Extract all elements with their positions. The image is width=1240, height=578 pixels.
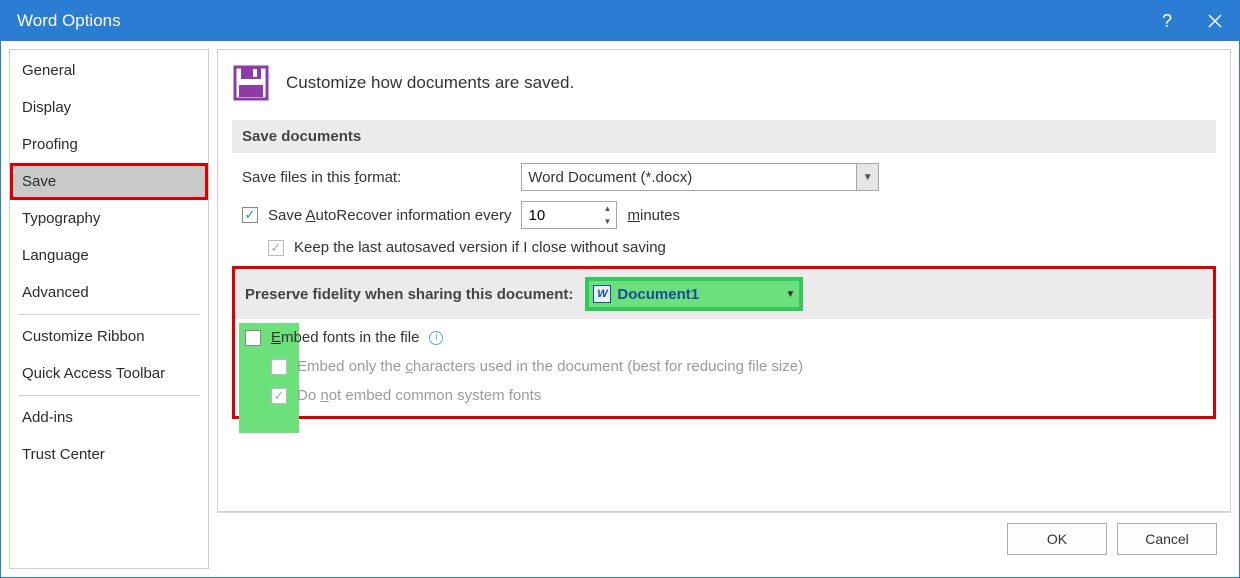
sidebar: General Display Proofing Save Typography…	[9, 49, 209, 569]
sidebar-item-trust-center[interactable]: Trust Center	[10, 436, 208, 473]
sidebar-item-typography[interactable]: Typography	[10, 200, 208, 237]
sidebar-item-display[interactable]: Display	[10, 89, 208, 126]
footer: OK Cancel	[217, 512, 1231, 569]
save-format-select[interactable]: Word Document (*.docx) ▼	[521, 163, 879, 191]
chevron-down-icon: ▼	[786, 281, 796, 307]
document-select-value: Document1	[617, 286, 699, 303]
titlebar: Word Options ?	[1, 1, 1239, 41]
keep-last-label: Keep the last autosaved version if I clo…	[294, 239, 666, 256]
sidebar-item-advanced[interactable]: Advanced	[10, 274, 208, 311]
autorecover-label: Save AutoRecover information every	[268, 207, 511, 224]
minutes-label: minutes	[627, 207, 680, 224]
save-format-label: Save files in this format:	[242, 169, 401, 186]
info-icon[interactable]: i	[429, 331, 443, 345]
help-button[interactable]: ?	[1143, 1, 1191, 41]
close-button[interactable]	[1191, 1, 1239, 41]
spinner-up-icon[interactable]: ▲	[598, 202, 616, 215]
autorecover-minutes-spinner[interactable]: 10 ▲ ▼	[521, 201, 617, 229]
autorecover-checkbox[interactable]	[242, 207, 258, 223]
sidebar-item-proofing[interactable]: Proofing	[10, 126, 208, 163]
ok-button[interactable]: OK	[1007, 523, 1107, 555]
preserve-fidelity-section: Preserve fidelity when sharing this docu…	[232, 266, 1216, 419]
spinner-down-icon[interactable]: ▼	[598, 215, 616, 228]
embed-fonts-label: Embed fonts in the file	[271, 329, 419, 346]
do-not-embed-label: Do not embed common system fonts	[297, 387, 541, 404]
document-select[interactable]: W Document1 ▼	[589, 281, 799, 307]
cancel-button[interactable]: Cancel	[1117, 523, 1217, 555]
embed-fonts-checkbox[interactable]	[245, 330, 261, 346]
embed-only-characters-label: Embed only the characters used in the do…	[297, 358, 803, 375]
autorecover-value: 10	[528, 207, 545, 224]
save-disk-icon	[232, 64, 270, 102]
chevron-down-icon: ▼	[856, 164, 878, 190]
sidebar-item-addins[interactable]: Add-ins	[10, 399, 208, 436]
content: Customize how documents are saved. Save …	[217, 49, 1231, 512]
window-title: Word Options	[17, 11, 121, 31]
embed-only-characters-checkbox	[271, 359, 287, 375]
sidebar-item-language[interactable]: Language	[10, 237, 208, 274]
keep-last-checkbox[interactable]	[268, 240, 284, 256]
do-not-embed-checkbox	[271, 388, 287, 404]
sidebar-item-qat[interactable]: Quick Access Toolbar	[10, 355, 208, 392]
sidebar-item-general[interactable]: General	[10, 52, 208, 89]
sidebar-item-customize-ribbon[interactable]: Customize Ribbon	[10, 318, 208, 355]
sidebar-item-save[interactable]: Save	[10, 163, 208, 200]
save-format-value: Word Document (*.docx)	[528, 169, 692, 186]
word-doc-icon: W	[593, 285, 611, 303]
section-save-documents: Save documents	[232, 120, 1216, 153]
page-heading: Customize how documents are saved.	[286, 73, 574, 93]
section-preserve-label: Preserve fidelity when sharing this docu…	[245, 286, 573, 303]
